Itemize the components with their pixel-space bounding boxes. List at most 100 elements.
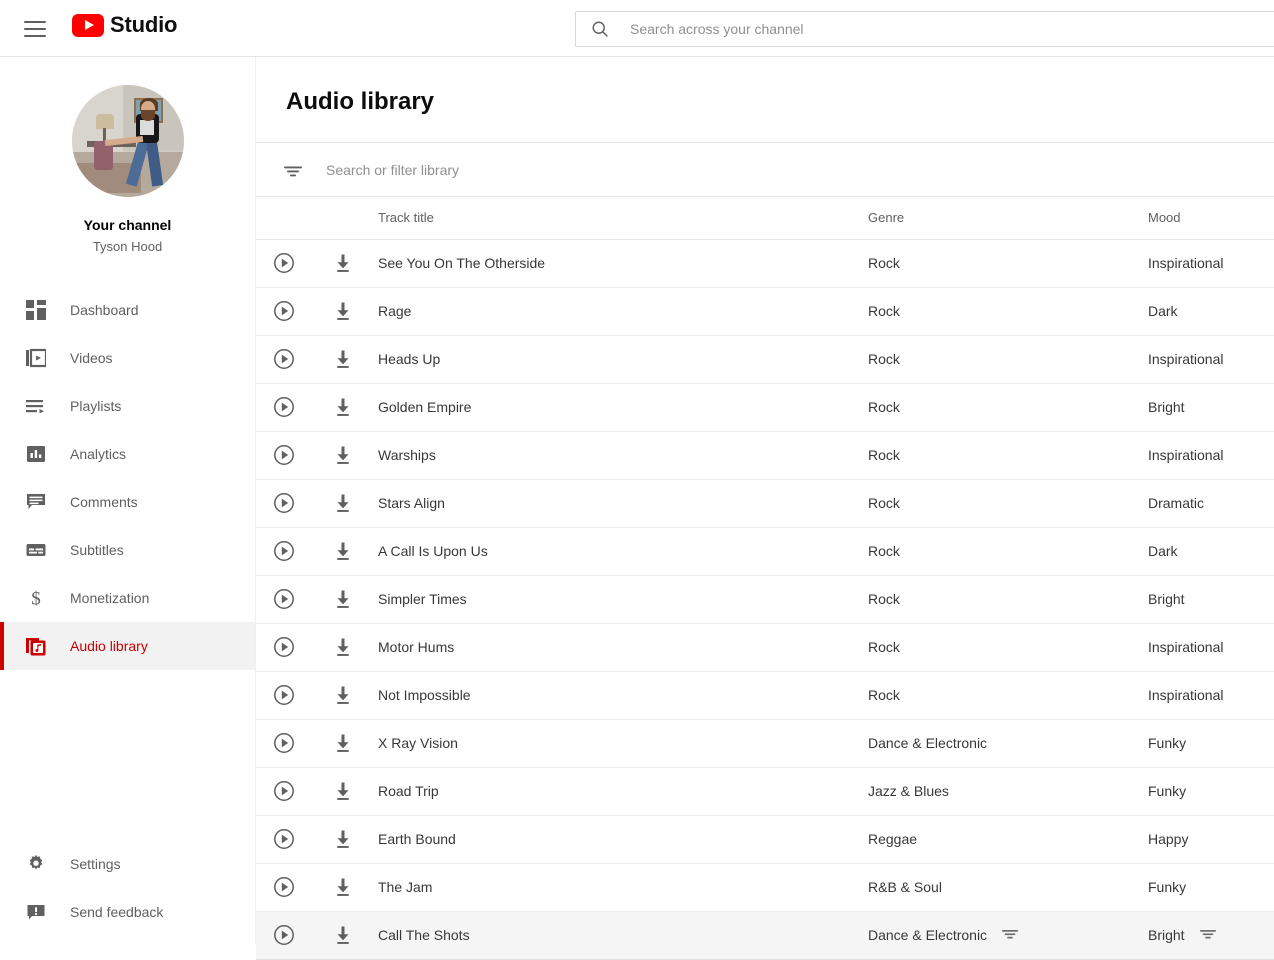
filter-icon[interactable] — [1178, 301, 1210, 322]
table-row[interactable]: Simpler Times Rock Bright — [256, 575, 1274, 624]
cell-download[interactable] — [312, 671, 374, 720]
sidebar-item-videos[interactable]: Videos — [0, 334, 255, 382]
table-row[interactable]: X Ray Vision Dance & Electronic Funky — [256, 719, 1274, 768]
table-row[interactable]: A Call Is Upon Us Rock Dark — [256, 527, 1274, 576]
filter-icon[interactable] — [1204, 493, 1236, 514]
sidebar-item-subtitles[interactable]: Subtitles — [0, 526, 255, 574]
play-circle-icon[interactable] — [256, 779, 312, 803]
cell-download[interactable] — [312, 383, 374, 432]
cell-download[interactable] — [312, 623, 374, 672]
sidebar-item-monetization[interactable]: $ Monetization — [0, 574, 255, 622]
download-icon[interactable] — [312, 395, 374, 419]
header-track-title[interactable]: Track title — [374, 197, 868, 240]
play-circle-icon[interactable] — [256, 587, 312, 611]
download-icon[interactable] — [312, 779, 374, 803]
sidebar-item-playlists[interactable]: Playlists — [0, 382, 255, 430]
play-circle-icon[interactable] — [256, 443, 312, 467]
filter-icon[interactable] — [1178, 541, 1210, 562]
play-circle-icon[interactable] — [256, 827, 312, 851]
play-circle-icon[interactable] — [256, 635, 312, 659]
table-row[interactable]: Motor Hums Rock Inspirational — [256, 623, 1274, 672]
play-circle-icon[interactable] — [256, 683, 312, 707]
play-circle-icon[interactable] — [256, 731, 312, 755]
cell-play[interactable] — [256, 431, 312, 480]
filter-icon[interactable] — [917, 829, 949, 850]
download-icon[interactable] — [312, 443, 374, 467]
filter-icon[interactable] — [900, 301, 932, 322]
filter-icon[interactable] — [1185, 397, 1217, 418]
cell-play[interactable] — [256, 911, 312, 960]
play-circle-icon[interactable] — [256, 539, 312, 563]
filter-icon[interactable] — [1186, 781, 1218, 802]
filter-icon[interactable] — [900, 685, 932, 706]
cell-play[interactable] — [256, 479, 312, 528]
filter-icon[interactable] — [1224, 349, 1256, 370]
filter-icon[interactable] — [900, 589, 932, 610]
download-icon[interactable] — [312, 731, 374, 755]
download-icon[interactable] — [312, 875, 374, 899]
download-icon[interactable] — [312, 539, 374, 563]
cell-download[interactable] — [312, 863, 374, 912]
channel-block[interactable]: Your channel Tyson Hood — [0, 57, 255, 254]
cell-play[interactable] — [256, 719, 312, 768]
play-circle-icon[interactable] — [256, 251, 312, 275]
download-icon[interactable] — [312, 347, 374, 371]
cell-download[interactable] — [312, 287, 374, 336]
download-icon[interactable] — [312, 587, 374, 611]
filter-icon[interactable] — [949, 781, 981, 802]
sidebar-item-send-feedback[interactable]: Send feedback — [0, 888, 255, 936]
cell-download[interactable] — [312, 479, 374, 528]
sidebar-item-analytics[interactable]: Analytics — [0, 430, 255, 478]
table-row[interactable]: Warships Rock Inspirational — [256, 431, 1274, 480]
cell-download[interactable] — [312, 815, 374, 864]
library-filter-bar[interactable]: Search or filter library — [256, 142, 1274, 197]
filter-icon[interactable] — [942, 877, 974, 898]
filter-icon[interactable] — [1224, 253, 1256, 274]
play-circle-icon[interactable] — [256, 395, 312, 419]
play-circle-icon[interactable] — [256, 491, 312, 515]
search-input[interactable]: Search across your channel — [630, 21, 804, 37]
filter-icon[interactable] — [900, 253, 932, 274]
filter-icon[interactable] — [1224, 445, 1256, 466]
sidebar-item-comments[interactable]: Comments — [0, 478, 255, 526]
table-row[interactable]: Golden Empire Rock Bright — [256, 383, 1274, 432]
header-mood[interactable]: Mood — [1148, 197, 1274, 240]
cell-play[interactable] — [256, 287, 312, 336]
cell-play[interactable] — [256, 863, 312, 912]
play-circle-icon[interactable] — [256, 923, 312, 947]
filter-icon[interactable] — [987, 925, 1019, 946]
filter-icon[interactable] — [900, 397, 932, 418]
table-row[interactable]: Road Trip Jazz & Blues Funky — [256, 767, 1274, 816]
filter-icon[interactable] — [900, 349, 932, 370]
download-icon[interactable] — [312, 251, 374, 275]
cell-play[interactable] — [256, 767, 312, 816]
library-filter-input[interactable]: Search or filter library — [326, 162, 459, 178]
cell-play[interactable] — [256, 623, 312, 672]
table-row[interactable]: See You On The Otherside Rock Inspirationa… — [256, 239, 1274, 288]
play-circle-icon[interactable] — [256, 347, 312, 371]
cell-play[interactable] — [256, 335, 312, 384]
cell-play[interactable] — [256, 383, 312, 432]
table-row[interactable]: Not Impossible Rock Inspirational — [256, 671, 1274, 720]
filter-icon[interactable] — [900, 445, 932, 466]
cell-play[interactable] — [256, 239, 312, 288]
cell-download[interactable] — [312, 911, 374, 960]
header-genre[interactable]: Genre — [868, 197, 1148, 240]
cell-download[interactable] — [312, 719, 374, 768]
cell-download[interactable] — [312, 335, 374, 384]
cell-play[interactable] — [256, 575, 312, 624]
cell-play[interactable] — [256, 527, 312, 576]
table-row[interactable]: Stars Align Rock Dramatic — [256, 479, 1274, 528]
table-row[interactable]: The Jam R&B & Soul Funky — [256, 863, 1274, 912]
filter-icon[interactable] — [1186, 877, 1218, 898]
filter-icon[interactable] — [987, 733, 1019, 754]
sidebar-item-audio-library[interactable]: Audio library — [0, 622, 255, 670]
cell-download[interactable] — [312, 575, 374, 624]
filter-icon[interactable] — [1185, 589, 1217, 610]
download-icon[interactable] — [312, 491, 374, 515]
global-search[interactable]: Search across your channel — [575, 11, 1274, 47]
play-circle-icon[interactable] — [256, 875, 312, 899]
cell-download[interactable] — [312, 527, 374, 576]
filter-icon[interactable] — [900, 493, 932, 514]
filter-icon[interactable] — [1186, 733, 1218, 754]
